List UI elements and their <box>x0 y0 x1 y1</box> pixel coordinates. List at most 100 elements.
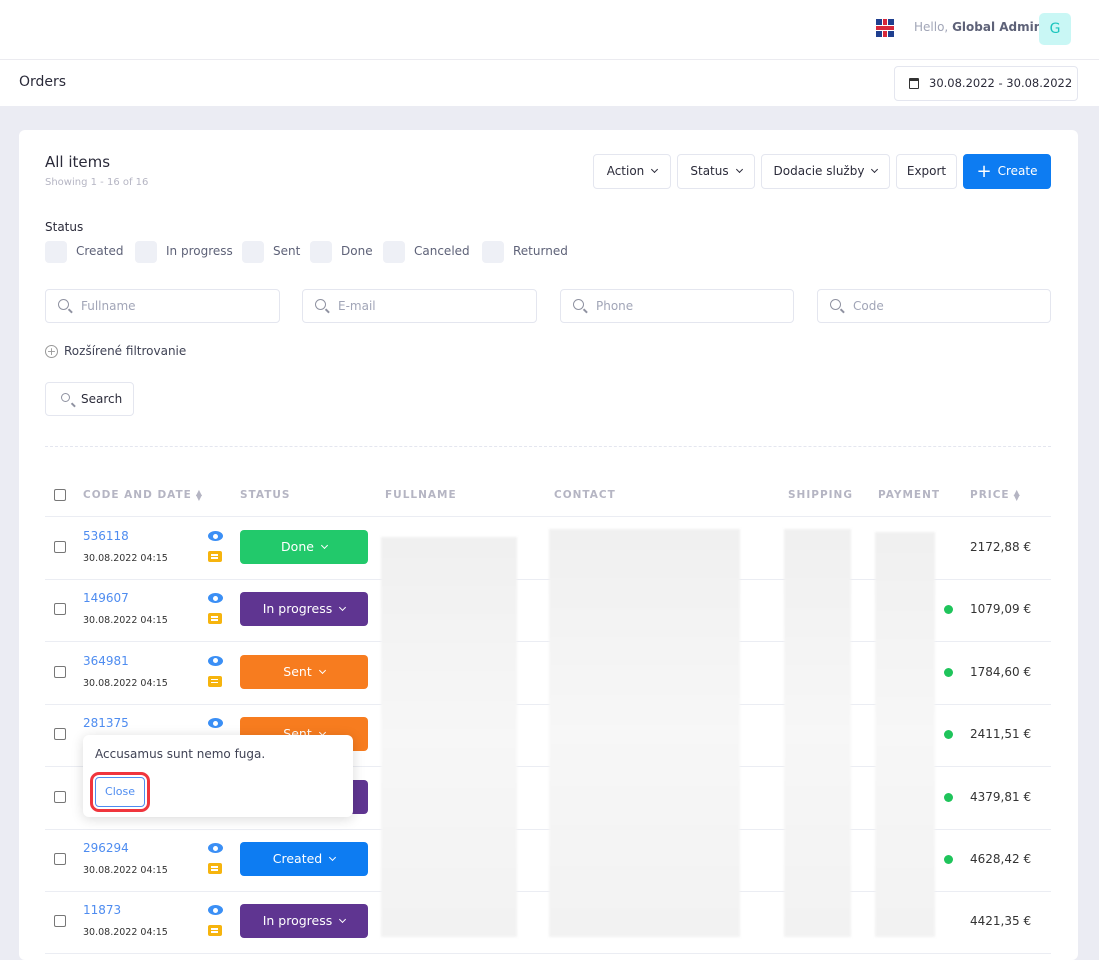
payment-status-dot <box>944 792 953 802</box>
row-checkbox[interactable] <box>54 915 66 928</box>
status-dropdown[interactable]: Status <box>677 154 755 189</box>
chevron-down-icon <box>339 604 347 612</box>
header-shipping: SHIPPING <box>788 489 853 501</box>
row-checkbox[interactable] <box>54 790 66 803</box>
code-placeholder: Code <box>853 299 884 313</box>
order-date: 30.08.2022 04:15 <box>83 927 168 939</box>
order-date: 30.08.2022 04:15 <box>83 677 168 689</box>
chevron-down-icon <box>651 165 659 174</box>
status-checkbox[interactable] <box>135 241 157 263</box>
search-icon <box>573 299 584 310</box>
status-checkbox[interactable] <box>242 241 264 263</box>
avatar[interactable]: G <box>1039 13 1071 45</box>
status-text: In progress <box>262 601 333 617</box>
order-date: 30.08.2022 04:15 <box>83 865 168 876</box>
chevron-down-icon <box>871 165 879 174</box>
export-button[interactable]: Export <box>896 154 957 189</box>
payment-redacted <box>875 532 935 937</box>
user-greeting: Hello, Global Admin <box>914 20 1042 34</box>
create-button[interactable]: + Create <box>963 154 1051 189</box>
select-all-checkbox[interactable] <box>54 489 66 501</box>
header-code-label: CODE AND DATE <box>83 489 192 501</box>
email-input[interactable]: E-mail <box>302 289 537 323</box>
order-price: 4421,35 € <box>970 914 1032 929</box>
advanced-filter-label: Rozšírené filtrovanie <box>64 344 187 358</box>
plus-icon: + <box>976 161 992 182</box>
row-checkbox[interactable] <box>54 853 66 865</box>
status-checkbox[interactable] <box>45 241 67 263</box>
message-icon[interactable] <box>208 925 222 937</box>
fullname-redacted <box>381 537 517 937</box>
status-text: Sent <box>283 663 312 679</box>
message-icon[interactable] <box>208 675 222 687</box>
status-dropdown-button[interactable]: In progress <box>240 592 368 627</box>
search-icon <box>61 393 70 402</box>
eye-icon[interactable] <box>208 531 223 541</box>
order-code-link[interactable]: 296294 <box>83 841 129 855</box>
eye-icon[interactable] <box>208 655 223 666</box>
shipping-redacted <box>784 529 851 937</box>
order-code-link[interactable]: 536118 <box>83 529 129 543</box>
status-checkbox[interactable] <box>310 241 332 263</box>
row-checkbox[interactable] <box>54 541 66 553</box>
status-checkbox[interactable] <box>383 241 405 263</box>
user-name: Global Admin <box>952 20 1043 34</box>
date-range-picker[interactable]: 30.08.2022 - 30.08.2022 <box>894 66 1078 101</box>
search-icon <box>58 299 69 310</box>
status-dropdown-button[interactable]: Sent <box>240 654 368 689</box>
status-dropdown-button[interactable]: Done <box>240 530 368 564</box>
chevron-down-icon <box>320 541 328 550</box>
search-label: Search <box>81 392 123 406</box>
order-price: 2172,88 € <box>970 540 1032 554</box>
header-price[interactable]: PRICE ▲ ▼ <box>970 489 1021 502</box>
plus-circle-icon: + <box>45 345 58 358</box>
popover-text: Accusamus sunt nemo fuga. <box>95 747 266 761</box>
eye-icon[interactable] <box>208 843 223 853</box>
order-code-link[interactable]: 281375 <box>83 716 129 730</box>
header-contact: CONTACT <box>554 489 616 501</box>
row-checkbox[interactable] <box>54 603 66 616</box>
message-icon[interactable] <box>208 863 222 874</box>
order-price: 4379,81 € <box>970 789 1032 804</box>
search-icon <box>315 299 326 310</box>
order-code-link[interactable]: 364981 <box>83 654 129 668</box>
search-button[interactable]: Search <box>45 382 134 416</box>
action-dropdown[interactable]: Action <box>593 154 671 189</box>
order-price: 1079,09 € <box>970 602 1032 617</box>
row-checkbox[interactable] <box>54 728 66 741</box>
status-option-label: Returned <box>513 244 568 258</box>
close-button[interactable]: Close <box>90 772 150 812</box>
header-payment: PAYMENT <box>878 489 941 501</box>
fullname-placeholder: Fullname <box>81 299 136 313</box>
order-code-link[interactable]: 149607 <box>83 591 129 605</box>
search-icon <box>830 299 841 310</box>
code-input[interactable]: Code <box>817 289 1051 323</box>
status-dropdown-button[interactable]: In progress <box>240 904 368 939</box>
advanced-filter-link[interactable]: + Rozšírené filtrovanie <box>45 344 186 358</box>
header-code-date[interactable]: CODE AND DATE ▲ ▼ <box>83 489 203 502</box>
uk-flag-icon[interactable] <box>876 19 894 37</box>
status-text: Created <box>272 851 323 866</box>
message-icon[interactable] <box>208 551 222 562</box>
chevron-down-icon <box>339 916 347 924</box>
payment-status-dot <box>944 667 953 677</box>
contact-redacted <box>549 529 740 937</box>
email-placeholder: E-mail <box>338 299 376 313</box>
date-range-text: 30.08.2022 - 30.08.2022 <box>929 76 1073 90</box>
status-dropdown-button[interactable]: Created <box>240 842 368 876</box>
fullname-input[interactable]: Fullname <box>45 289 280 323</box>
message-icon[interactable] <box>208 613 222 625</box>
order-price: 2411,51 € <box>970 727 1032 742</box>
status-option-label: Canceled <box>414 244 470 258</box>
order-code-link[interactable]: 11873 <box>83 903 121 917</box>
status-label: Status <box>690 164 729 178</box>
row-checkbox[interactable] <box>54 665 66 678</box>
card-title: All items <box>45 153 111 171</box>
order-price: 1784,60 € <box>970 664 1032 679</box>
status-text: In progress <box>262 913 333 929</box>
shipping-label: Dodacie služby <box>773 164 865 178</box>
status-checkbox[interactable] <box>482 241 504 263</box>
phone-input[interactable]: Phone <box>560 289 794 323</box>
phone-placeholder: Phone <box>596 299 634 313</box>
shipping-dropdown[interactable]: Dodacie služby <box>761 154 890 189</box>
